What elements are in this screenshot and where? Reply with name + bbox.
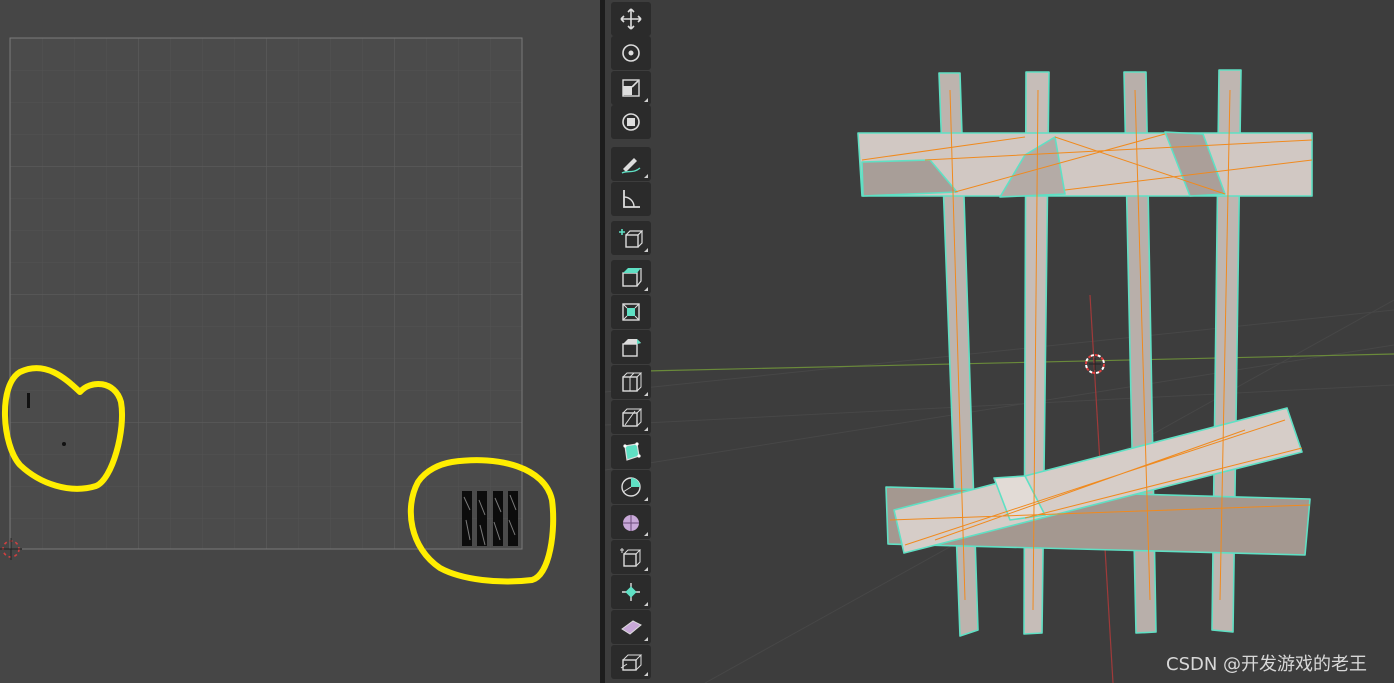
tool-poly-build-button[interactable] [611,435,651,469]
tool-bevel-button[interactable] [611,330,651,364]
tool-options-indicator [644,602,648,606]
tool-options-indicator [644,637,648,641]
tool-measure-button[interactable] [611,182,651,216]
extrude-region-icon [622,268,642,287]
uv-editor[interactable] [0,0,600,683]
watermark-text: CSDN @开发游戏的老王 [1166,654,1368,675]
smooth-icon [623,515,639,531]
3d-viewport[interactable] [605,0,1394,683]
shear-icon [621,620,642,635]
tool-rip-button[interactable] [611,645,651,679]
poly-build-icon [623,442,641,461]
tool-smooth-button[interactable] [611,505,651,539]
tool-shelf [611,0,653,683]
tool-transform-button[interactable] [611,105,651,139]
tool-options-indicator [644,98,648,102]
tool-loop-cut-button[interactable] [611,365,651,399]
spin-icon [621,477,641,497]
tool-spin-button[interactable] [611,470,651,504]
tool-edge-slide-button[interactable] [611,540,651,574]
loop-cut-icon [622,372,643,392]
move-icon [620,8,642,30]
tool-options-indicator [644,497,648,501]
rotate-icon [622,44,640,62]
bevel-icon [622,339,641,357]
tool-options-indicator [644,427,648,431]
uv-grid-canvas[interactable] [0,0,600,683]
tool-options-indicator [644,174,648,178]
scale-icon [622,79,640,97]
tool-move-button[interactable] [611,2,651,36]
shrink-fatten-icon [622,583,640,601]
tool-options-indicator [644,567,648,571]
tool-shrink-fatten-button[interactable] [611,575,651,609]
tool-scale-button[interactable] [611,71,651,105]
tool-knife-button[interactable] [611,400,651,434]
tool-shear-button[interactable] [611,610,651,644]
viewport-canvas[interactable] [605,0,1394,683]
rip-region-icon [620,654,643,671]
tool-options-indicator [644,248,648,252]
edge-slide-icon [620,548,642,567]
annotate-icon [621,158,641,174]
tool-options-indicator [644,532,648,536]
inset-faces-icon [622,303,640,321]
knife-icon [622,408,643,427]
tool-add-cube-button[interactable] [611,221,651,255]
tool-annotate-button[interactable] [611,147,651,181]
tool-extrude-button[interactable] [611,260,651,294]
fence-mesh[interactable] [857,69,1313,637]
tool-rotate-button[interactable] [611,36,651,70]
tool-options-indicator [644,392,648,396]
tool-options-indicator [644,287,648,291]
add-cube-icon [619,229,643,248]
tool-inset-button[interactable] [611,295,651,329]
tool-options-indicator [644,672,648,676]
transform-icon [622,113,640,131]
measure-icon [623,190,640,208]
